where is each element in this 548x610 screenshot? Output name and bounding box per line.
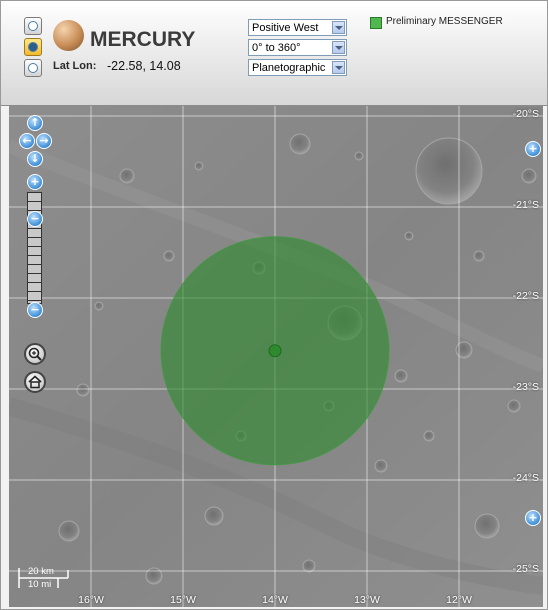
latitude-label: -25°S <box>512 563 539 575</box>
pan-right-icon[interactable]: → <box>36 133 52 149</box>
pan-up-icon[interactable]: ↑ <box>27 115 43 131</box>
location-marker[interactable] <box>268 344 282 358</box>
latlon-label: Lat Lon: <box>53 60 97 72</box>
legend-swatch[interactable] <box>370 17 382 29</box>
chevron-down-icon[interactable] <box>332 61 345 74</box>
radio-dot-icon <box>28 63 38 73</box>
legend-label: Preliminary MESSENGER <box>386 16 503 27</box>
pan-down-icon[interactable]: ↓ <box>27 151 43 167</box>
zoom-out-icon[interactable]: − <box>27 302 43 318</box>
longitude-direction-value: Positive West <box>252 22 319 34</box>
longitude-label: 16°W <box>78 594 104 606</box>
latitude-label: -20°S <box>512 108 539 120</box>
latitude-label: -22°S <box>512 290 539 302</box>
pan-left-icon[interactable]: ← <box>19 133 35 149</box>
latitude-type-value: Planetographic <box>252 62 326 74</box>
scale-km-label: 20 km <box>28 566 54 577</box>
expand-top-icon[interactable]: + <box>525 141 541 157</box>
zoom-slider[interactable] <box>27 192 42 304</box>
mercury-globe-icon <box>53 20 84 51</box>
zoom-level-handle[interactable]: − <box>27 211 43 227</box>
latitude-label: -23°S <box>512 381 539 393</box>
longitude-label: 12°W <box>446 594 472 606</box>
scale-bar: 20 km 10 mi <box>18 566 70 590</box>
longitude-range-select[interactable]: 0° to 360° <box>248 39 347 56</box>
magnify-tool-icon[interactable] <box>24 343 46 365</box>
longitude-range-value: 0° to 360° <box>252 42 301 54</box>
map-canvas[interactable]: -20°S -21°S -22°S -23°S -24°S -25°S 16°W 15°W 1… <box>9 106 543 607</box>
longitude-label: 15°W <box>170 594 196 606</box>
longitude-label: 14°W <box>262 594 288 606</box>
latitude-label: -24°S <box>512 472 539 484</box>
home-icon[interactable] <box>24 371 46 393</box>
longitude-direction-select[interactable]: Positive West <box>248 19 347 36</box>
map-header: MERCURY Lat Lon: -22.58, 14.08 Positive … <box>1 1 547 106</box>
longitude-label: 13°W <box>354 594 380 606</box>
scale-mi-label: 10 mi <box>28 579 52 590</box>
map-overlay <box>9 106 543 607</box>
chevron-down-icon[interactable] <box>332 41 345 54</box>
latlon-readout: -22.58, 14.08 <box>107 59 181 73</box>
cylindrical-view-button[interactable] <box>24 38 42 56</box>
latitude-label: -21°S <box>512 199 539 211</box>
latitude-type-select[interactable]: Planetographic <box>248 59 347 76</box>
south-pole-view-button[interactable] <box>24 59 42 77</box>
radio-dot-icon <box>28 42 38 52</box>
expand-bottom-icon[interactable]: + <box>525 510 541 526</box>
zoom-in-icon[interactable]: + <box>27 174 43 190</box>
planet-title: MERCURY <box>90 28 196 51</box>
radio-dot-icon <box>28 21 38 31</box>
map-viewer: MERCURY Lat Lon: -22.58, 14.08 Positive … <box>0 0 548 610</box>
chevron-down-icon[interactable] <box>332 21 345 34</box>
north-pole-view-button[interactable] <box>24 17 42 35</box>
